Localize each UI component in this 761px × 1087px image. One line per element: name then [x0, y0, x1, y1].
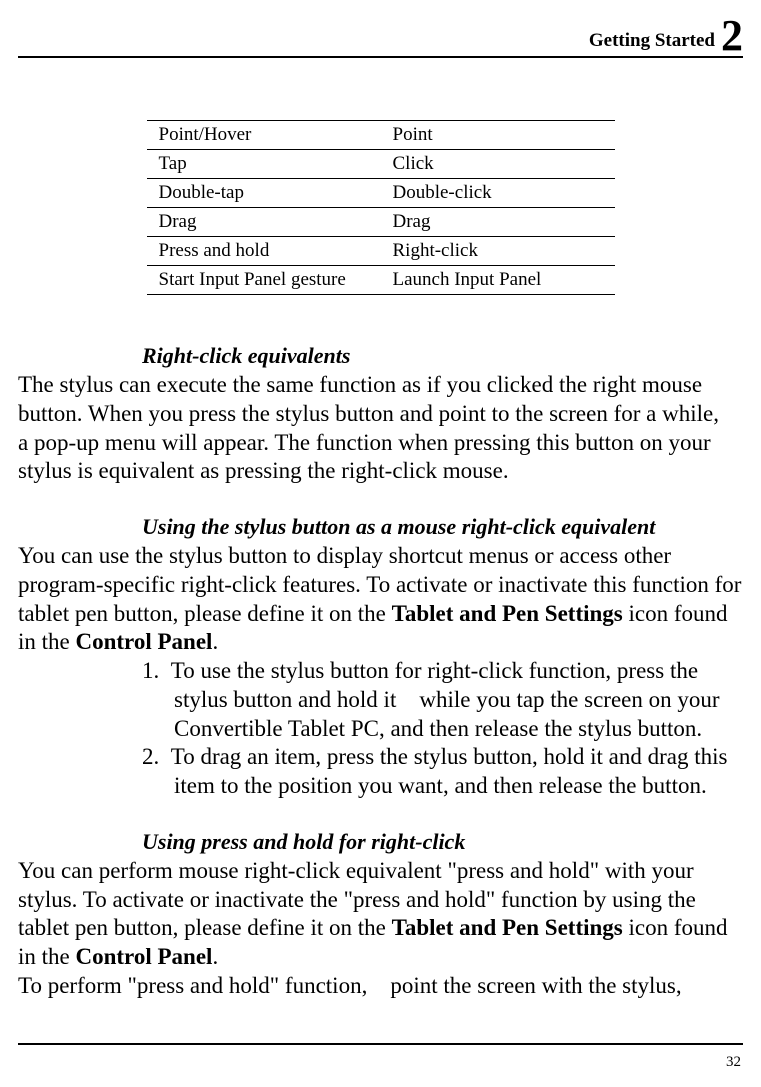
section-heading-stylus-button: Using the stylus button as a mouse right… — [142, 514, 743, 540]
table-cell-mouse: Double-click — [381, 179, 615, 208]
page-content: Point/HoverPointTapClickDouble-tapDouble… — [18, 120, 743, 1001]
bold-control-panel: Control Panel — [76, 629, 213, 654]
section-body: To perform "press and hold" function, po… — [18, 972, 743, 1001]
list-text: To use the stylus button for right-click… — [171, 658, 720, 741]
table-cell-gesture: Press and hold — [147, 237, 381, 266]
table-cell-gesture: Point/Hover — [147, 121, 381, 150]
table-cell-mouse: Launch Input Panel — [381, 266, 615, 295]
section-body: You can use the stylus button to display… — [18, 542, 743, 657]
table-cell-gesture: Start Input Panel gesture — [147, 266, 381, 295]
page-number: 32 — [726, 1054, 741, 1071]
table-row: Point/HoverPoint — [147, 121, 615, 150]
table-cell-mouse: Click — [381, 150, 615, 179]
table-row: Start Input Panel gestureLaunch Input Pa… — [147, 266, 615, 295]
chapter-number: 2 — [721, 14, 743, 58]
table-row: Double-tapDouble-click — [147, 179, 615, 208]
table-row: TapClick — [147, 150, 615, 179]
section-heading-press-hold: Using press and hold for right-click — [142, 829, 743, 855]
table-cell-mouse: Point — [381, 121, 615, 150]
list-item: 1. To use the stylus button for right-cl… — [142, 657, 743, 743]
list-number: 2. — [142, 744, 159, 769]
table-cell-gesture: Tap — [147, 150, 381, 179]
bold-tablet-pen-settings: Tablet and Pen Settings — [392, 915, 623, 940]
bold-tablet-pen-settings: Tablet and Pen Settings — [392, 601, 623, 626]
gesture-mapping-table: Point/HoverPointTapClickDouble-tapDouble… — [147, 120, 615, 295]
text-run: . — [212, 629, 218, 654]
table-row: Press and holdRight-click — [147, 237, 615, 266]
section-body: You can perform mouse right-click equiva… — [18, 857, 743, 972]
list-number: 1. — [142, 658, 159, 683]
list-text: To drag an item, press the stylus button… — [171, 744, 728, 798]
page-header: Getting Started 2 — [18, 10, 743, 58]
footer-rule — [18, 1043, 743, 1045]
bold-control-panel: Control Panel — [76, 944, 213, 969]
numbered-list: 1. To use the stylus button for right-cl… — [18, 657, 743, 801]
table-cell-gesture: Drag — [147, 208, 381, 237]
table-cell-mouse: Right-click — [381, 237, 615, 266]
section-heading-right-click-equivalents: Right-click equivalents — [142, 343, 743, 369]
section-body: The stylus can execute the same function… — [18, 371, 743, 486]
list-item: 2. To drag an item, press the stylus but… — [142, 743, 743, 801]
header-title: Getting Started — [589, 30, 715, 52]
table-row: DragDrag — [147, 208, 615, 237]
text-run: . — [212, 944, 218, 969]
table-cell-gesture: Double-tap — [147, 179, 381, 208]
table-cell-mouse: Drag — [381, 208, 615, 237]
